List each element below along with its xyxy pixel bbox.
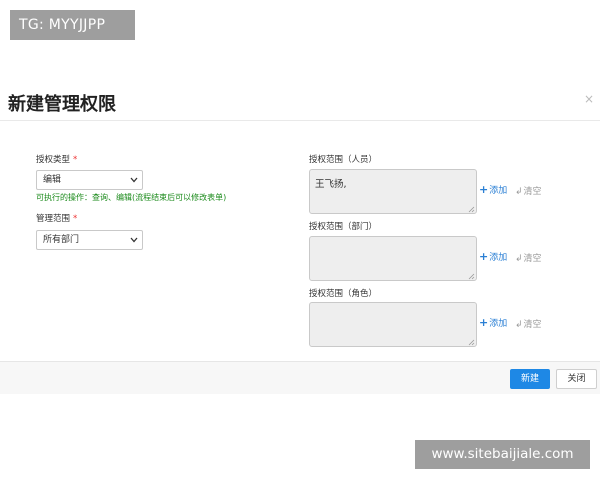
auth-scope-dept-textarea[interactable] <box>309 236 477 281</box>
scope-select-value: 所有部门 <box>43 235 80 245</box>
auth-scope-role-textarea[interactable] <box>309 302 477 347</box>
scope-label-text: 管理范围 <box>36 214 71 224</box>
clear-role-button[interactable]: ↲清空 <box>515 317 542 330</box>
dialog-title: 新建管理权限 <box>8 94 116 115</box>
add-people-label: 添加 <box>489 186 508 196</box>
plus-icon: + <box>479 250 489 263</box>
resize-grip-icon[interactable] <box>468 272 475 280</box>
create-button[interactable]: 新建 <box>510 369 550 389</box>
add-dept-button[interactable]: +添加 <box>479 250 507 263</box>
auth-type-select-value: 编辑 <box>43 175 62 185</box>
required-mark: * <box>73 155 78 165</box>
permission-hint: 可执行的操作：查询、编辑(流程结束后可以修改表单) <box>36 193 227 202</box>
resize-grip-icon[interactable] <box>468 205 475 213</box>
close-icon[interactable]: × <box>584 92 594 106</box>
add-role-button[interactable]: +添加 <box>479 316 507 329</box>
auth-type-label: 授权类型 * <box>36 153 77 165</box>
clear-icon: ↲ <box>515 320 523 330</box>
clear-role-label: 清空 <box>523 320 542 330</box>
auth-scope-people-label: 授权范围（人员） <box>309 155 378 165</box>
clear-people-label: 清空 <box>523 187 542 197</box>
add-dept-label: 添加 <box>489 253 508 263</box>
clear-icon: ↲ <box>515 254 523 264</box>
clear-people-button[interactable]: ↲清空 <box>515 184 542 197</box>
auth-type-label-text: 授权类型 <box>36 155 71 165</box>
plus-icon: + <box>479 316 489 329</box>
chevron-down-icon <box>130 237 138 243</box>
scope-select[interactable]: 所有部门 <box>36 230 143 250</box>
clear-icon: ↲ <box>515 187 523 197</box>
add-role-label: 添加 <box>489 319 508 329</box>
resize-grip-icon[interactable] <box>468 338 475 346</box>
auth-scope-role-label: 授权范围（角色） <box>309 289 378 299</box>
close-button[interactable]: 关闭 <box>556 369 597 389</box>
watermark-bottom: www.sitebaijiale.com <box>415 440 590 469</box>
required-mark: * <box>73 214 78 224</box>
auth-scope-people-textarea[interactable]: 王飞扬, <box>309 169 477 214</box>
add-people-button[interactable]: +添加 <box>479 183 507 196</box>
auth-scope-people-value: 王飞扬, <box>315 179 347 190</box>
scope-label: 管理范围 * <box>36 212 77 224</box>
clear-dept-label: 清空 <box>523 254 542 264</box>
plus-icon: + <box>479 183 489 196</box>
chevron-down-icon <box>130 177 138 183</box>
watermark-top: TG: MYYJJPP <box>10 10 135 40</box>
auth-type-select[interactable]: 编辑 <box>36 170 143 190</box>
clear-dept-button[interactable]: ↲清空 <box>515 251 542 264</box>
auth-scope-dept-label: 授权范围（部门） <box>309 222 378 232</box>
title-divider <box>0 120 600 121</box>
